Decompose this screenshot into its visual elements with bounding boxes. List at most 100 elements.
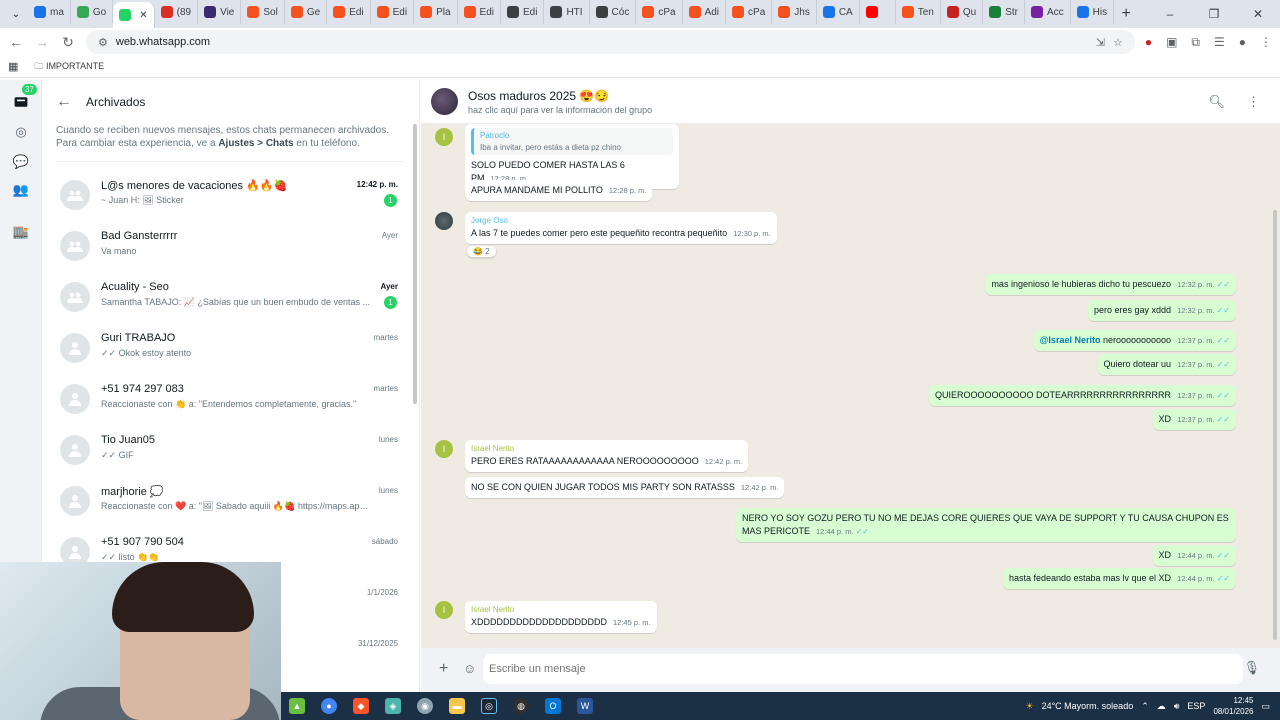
language-indicator[interactable]: ESP xyxy=(1187,701,1205,711)
taskbar-chrome-icon[interactable]: ● xyxy=(313,692,345,720)
back-icon[interactable]: ← xyxy=(8,34,24,50)
chat-list-item[interactable]: Acuality - Seo Samantha TABAJO: 📈 ¿Sabías… xyxy=(56,278,406,326)
channels-icon[interactable]: 💬 xyxy=(11,152,31,172)
volume-icon[interactable]: 🔊︎ xyxy=(1174,701,1180,712)
reload-icon[interactable]: ↻ xyxy=(60,34,76,51)
outgoing-message[interactable]: pero eres gay xddd 12:32 p. m. ✓✓ xyxy=(1088,300,1236,321)
browser-tab[interactable]: Edi xyxy=(501,0,545,24)
address-bar[interactable]: ⚙ web.whatsapp.com ⇲ ☆ xyxy=(86,30,1135,54)
outgoing-message[interactable]: XD 12:37 p. m. ✓✓ xyxy=(1152,409,1236,430)
incoming-message[interactable]: Israel Nerito PERO ERES RATAAAAAAAAAAAA N… xyxy=(465,440,749,472)
taskbar-files-icon[interactable]: ▬ xyxy=(441,692,473,720)
tab-close-icon[interactable]: ✕ xyxy=(139,10,147,21)
message-sender[interactable]: Israel Nerito xyxy=(471,444,742,453)
chat-list-item[interactable]: Tio Juan05 ✓✓ GIF lunes xyxy=(56,431,406,479)
browser-tab[interactable]: Str xyxy=(983,0,1025,24)
browser-tab[interactable]: CA xyxy=(817,0,860,24)
browser-tab[interactable]: Vie xyxy=(198,0,242,24)
search-icon[interactable]: 🔍︎ xyxy=(1208,94,1225,110)
browser-tab[interactable]: Edi xyxy=(458,0,501,24)
mention[interactable]: @Israel Nerito xyxy=(1040,335,1101,345)
restore-icon[interactable]: ❐ xyxy=(1192,0,1236,28)
browser-tab[interactable]: Ge xyxy=(285,0,328,24)
extensions-puzzle-icon[interactable]: ⧉ xyxy=(1191,35,1200,50)
incoming-message[interactable]: APURA MANDAME MI POLLITO 12:28 p. m. xyxy=(465,180,653,201)
quoted-message[interactable]: Patroclo Iba a invitar, pero estás a diet… xyxy=(471,128,673,155)
chat-list-item[interactable]: Guri TRABAJO ✓✓ Okok estoy atento martes xyxy=(56,329,406,377)
browser-tab[interactable]: Edi xyxy=(371,0,415,24)
browser-tab[interactable]: Acc xyxy=(1025,0,1071,24)
outgoing-message[interactable]: Quiero dotear uu 12:37 p. m. ✓✓ xyxy=(1097,354,1236,375)
browser-tab[interactable]: Edi xyxy=(327,0,371,24)
extension-icon-2[interactable]: ▣ xyxy=(1166,35,1177,49)
install-app-icon[interactable]: ⇲ xyxy=(1096,36,1105,49)
browser-tab[interactable]: Adi xyxy=(683,0,727,24)
message-scrollbar[interactable] xyxy=(1273,210,1277,640)
browser-tab[interactable]: Pla xyxy=(414,0,458,24)
sender-avatar[interactable]: I xyxy=(435,440,453,458)
browser-tab[interactable]: (89 xyxy=(155,0,199,24)
clock[interactable]: 12:45 08/01/2026 xyxy=(1213,695,1253,717)
chats-icon[interactable] xyxy=(11,92,31,112)
taskbar-app-5[interactable]: ◉ xyxy=(409,692,441,720)
browser-tab[interactable]: Cóc xyxy=(590,0,637,24)
browser-menu-icon[interactable]: ⋮ xyxy=(1260,35,1272,49)
tab-search-icon[interactable]: ⌄ xyxy=(4,2,28,26)
browser-tab[interactable]: ma xyxy=(28,0,71,24)
message-input[interactable] xyxy=(483,654,1243,684)
menu-icon[interactable]: ⋮ xyxy=(1247,94,1260,110)
sender-avatar[interactable]: I xyxy=(435,128,453,146)
taskbar-steam-icon[interactable]: ◎ xyxy=(473,692,505,720)
browser-tab[interactable]: Sol xyxy=(241,0,285,24)
browser-tab[interactable]: cPa xyxy=(636,0,683,24)
incoming-message[interactable]: Jorge Oso A las 7 te puedes comer pero es… xyxy=(465,212,777,244)
outgoing-message[interactable]: @Israel Nerito nerooooooooooo 12:37 p. m.… xyxy=(1033,330,1236,351)
browser-tab[interactable]: Ten xyxy=(896,0,941,24)
communities-icon[interactable]: 👥 xyxy=(11,180,31,200)
browser-tab[interactable]: HTI xyxy=(544,0,590,24)
sender-avatar[interactable]: I xyxy=(435,601,453,619)
media-icon[interactable]: ☰ xyxy=(1214,35,1225,49)
chat-list-item[interactable]: +51 974 297 083 Reaccionaste con 👏 a: "En… xyxy=(56,380,406,428)
outgoing-message[interactable]: XD 12:44 p. m. ✓✓ xyxy=(1152,545,1236,566)
browser-tab[interactable]: His xyxy=(1071,0,1115,24)
back-arrow-icon[interactable]: ← xyxy=(56,93,72,111)
incoming-message[interactable]: NO SE CON QUIEN JUGAR TODOS MIS PARTY SO… xyxy=(465,477,785,498)
network-icon[interactable]: ☁ xyxy=(1157,701,1166,712)
profile-avatar-icon[interactable]: ● xyxy=(1239,35,1246,49)
chat-list-item[interactable]: L@s menores de vacaciones 🔥🔥🍓 ~ Juan H: 🖼… xyxy=(56,176,406,224)
taskbar-app-1[interactable]: ▲ xyxy=(281,692,313,720)
message-reaction[interactable]: 😂 2 xyxy=(467,246,496,257)
status-icon[interactable]: ◎ xyxy=(11,122,31,142)
bookmark-star-icon[interactable]: ☆ xyxy=(1113,36,1123,49)
emoji-icon[interactable]: ☺ xyxy=(463,661,476,676)
outgoing-message[interactable]: hasta fedeando estaba mas lv que el XD 12… xyxy=(1002,568,1236,589)
message-sender[interactable]: Jorge Oso xyxy=(471,216,771,225)
message-sender[interactable]: Israel Nerito xyxy=(471,605,651,614)
attach-icon[interactable]: + xyxy=(439,660,448,678)
sender-avatar[interactable] xyxy=(435,212,453,230)
notifications-icon[interactable]: ▭ xyxy=(1261,701,1270,712)
browser-tab[interactable]: ✕ xyxy=(113,2,155,28)
extension-icon[interactable]: ● xyxy=(1145,35,1152,49)
apps-grid-icon[interactable]: ▦ xyxy=(8,60,18,73)
bookmark-folder[interactable]: 🗀 IMPORTANTE xyxy=(34,59,104,75)
outgoing-message[interactable]: NERO YO SOY GOZU PERO TU NO ME DEJAS COR… xyxy=(736,508,1236,542)
taskbar-outlook-icon[interactable]: O xyxy=(537,692,569,720)
browser-tab[interactable]: Jhs xyxy=(772,0,817,24)
taskbar-word-icon[interactable]: W xyxy=(569,692,601,720)
weather-text[interactable]: 24°C Mayorm. soleado xyxy=(1042,701,1134,711)
browser-tab[interactable] xyxy=(860,0,896,24)
tray-chevron-icon[interactable]: ⌃ xyxy=(1141,701,1149,712)
taskbar-app-4[interactable]: ◈ xyxy=(377,692,409,720)
forward-icon[interactable]: → xyxy=(34,34,50,50)
incoming-message[interactable]: Israel Nerito XDDDDDDDDDDDDDDDDDDDD 12:45 … xyxy=(465,601,657,633)
taskbar-obs-icon[interactable]: ◍ xyxy=(505,692,537,720)
browser-tab[interactable]: Go xyxy=(71,0,114,24)
browser-tab[interactable]: Qu xyxy=(941,0,984,24)
conversation-header[interactable]: Osos maduros 2025 😍😏 haz clic aquí para … xyxy=(421,80,1280,124)
outgoing-message[interactable]: QUIEROOOOOOOOOO DOTEARRRRRRRRRRRRRRRR 12:… xyxy=(929,385,1236,406)
chat-list-item[interactable]: Bad Gansterrrrr Va mano Ayer xyxy=(56,227,406,275)
group-avatar[interactable] xyxy=(431,88,458,115)
chat-list-item[interactable]: marjhorie 💭 Reaccionaste con ❤️ a: "🖼 Sab… xyxy=(56,482,406,530)
